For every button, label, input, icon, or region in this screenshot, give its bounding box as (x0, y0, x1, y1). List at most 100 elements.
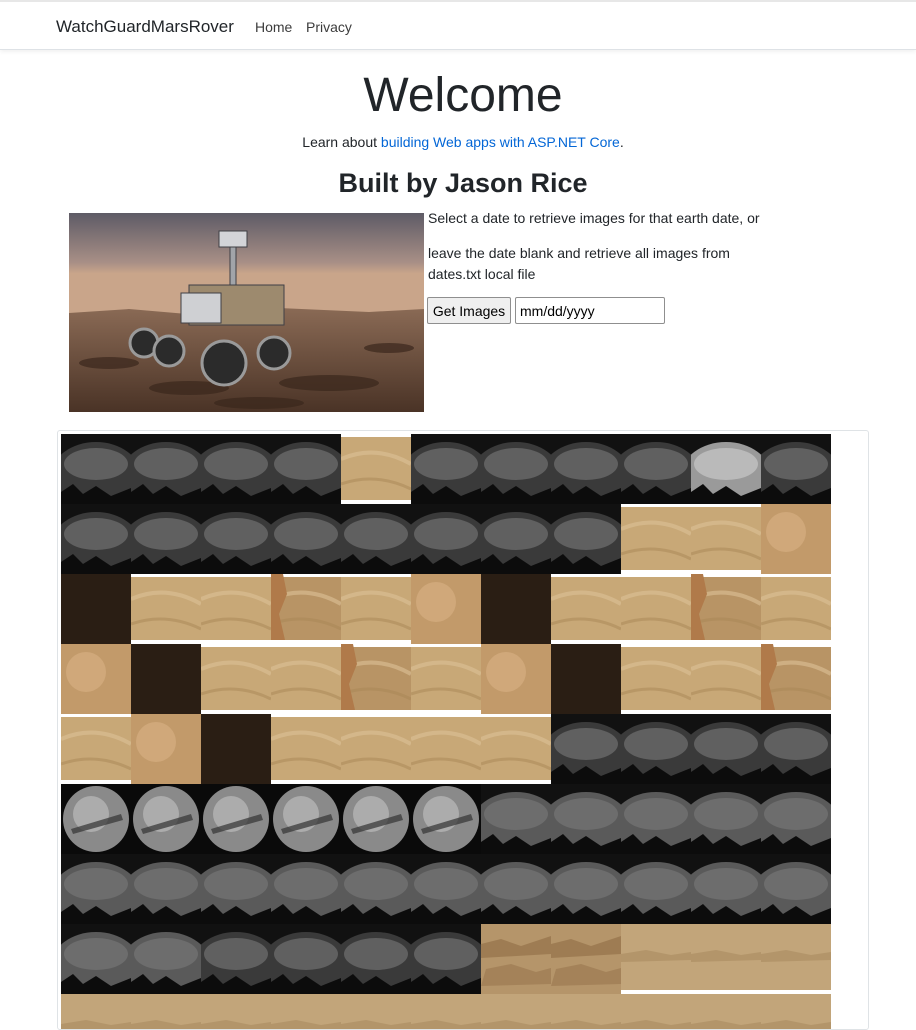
rover-photo-nav-cam (691, 714, 761, 784)
rover-photo-hazcam (621, 854, 691, 924)
rover-photo-hazcam (621, 784, 691, 854)
rover-photo-hazcam (481, 854, 551, 924)
rover-photo-nav-cam (761, 434, 831, 504)
rover-photo-mastcam (201, 994, 271, 1029)
rover-photo-dark (481, 574, 551, 644)
rover-photo-hazcam (131, 854, 201, 924)
rover-photo-hazcam (411, 854, 481, 924)
rover-photo-hazcam (61, 924, 131, 994)
brand-link[interactable]: WatchGuardMarsRover (56, 17, 234, 37)
rover-photo-mastcam (551, 994, 621, 1029)
rover-photo-nav-cam (621, 434, 691, 504)
rover-photo-nav-cam (551, 714, 621, 784)
top-navbar: WatchGuardMarsRover Home Privacy (0, 0, 916, 50)
rover-photo-fisheye (271, 784, 341, 854)
rover-photo-mast-rocks (551, 924, 621, 994)
rover-photo-sand (551, 574, 621, 644)
welcome-heading: Welcome (363, 69, 563, 122)
rover-photo-mastcam (411, 994, 481, 1029)
rover-photo-mastcam (621, 994, 691, 1029)
rover-photo-sand-rock (341, 644, 411, 714)
rover-photo-fisheye (341, 784, 411, 854)
rover-photo-nav-cam (341, 924, 411, 994)
rover-photo-mastcam (691, 924, 761, 994)
learn-prefix: Learn about (302, 134, 381, 150)
rover-hero-image (69, 213, 424, 412)
instructions-line-1: Select a date to retrieve images for tha… (428, 210, 760, 226)
rover-photo-dark (201, 714, 271, 784)
rover-photo-sand (271, 714, 341, 784)
rover-photo-dark (61, 574, 131, 644)
rover-photo-mastcam (131, 994, 201, 1029)
rover-photo-sand (341, 714, 411, 784)
rover-photo-nav-cam (61, 504, 131, 574)
rover-photo-nav-cam (271, 434, 341, 504)
rover-photo-sand (411, 714, 481, 784)
rover-photo-nav-cam (61, 434, 131, 504)
rover-photo-hazcam (761, 784, 831, 854)
rover-photo-nav-cam-bright (691, 434, 761, 504)
rover-photo-nav-cam (201, 924, 271, 994)
rover-photo-nav-cam (411, 434, 481, 504)
rover-photo-hazcam (481, 784, 551, 854)
rover-photo-nav-cam (761, 714, 831, 784)
rover-photo-sand-rock (691, 574, 761, 644)
rover-photo-hazcam (691, 784, 761, 854)
rover-photo-hazcam (551, 854, 621, 924)
rover-photo-nav-cam (481, 504, 551, 574)
rover-photo-mastcam (341, 994, 411, 1029)
rover-photo-nav-cam (131, 504, 201, 574)
rover-photo-nav-cam (551, 434, 621, 504)
rover-photo-sand (341, 434, 411, 504)
learn-suffix: . (619, 134, 624, 150)
rover-photo-nav-cam (551, 504, 621, 574)
rover-photo-mastcam (61, 994, 131, 1029)
rover-photo-nav-cam (411, 924, 481, 994)
rover-photo-nav-cam (131, 434, 201, 504)
rover-photo-mastcam (761, 924, 831, 994)
rover-photo-sand (481, 714, 551, 784)
rover-photo-sand (271, 644, 341, 714)
rover-photo-nav-cam (411, 504, 481, 574)
image-gallery (57, 430, 869, 1030)
rover-photo-sand (621, 504, 691, 574)
rover-photo-sand (761, 574, 831, 644)
rover-photo-hazcam (341, 854, 411, 924)
rover-photo-sand-rock (761, 644, 831, 714)
rover-photo-mastcam (691, 994, 761, 1029)
rover-photo-sand (61, 714, 131, 784)
get-images-button[interactable]: Get Images (427, 297, 511, 324)
rover-photo-mastcam (621, 924, 691, 994)
rover-photo-sand (341, 574, 411, 644)
rover-photo-hazcam (761, 854, 831, 924)
rover-photo-sand (621, 644, 691, 714)
rover-photo-nav-cam (341, 504, 411, 574)
rover-photo-sand (201, 644, 271, 714)
rover-photo-fisheye (61, 784, 131, 854)
rover-photo-mastcam (761, 994, 831, 1029)
rover-photo-nav-cam (271, 924, 341, 994)
rover-photo-dark (551, 644, 621, 714)
rover-photo-fisheye (201, 784, 271, 854)
instructions-line-2: leave the date blank and retrieve all im… (428, 245, 730, 282)
rover-photo-nav-cam (201, 504, 271, 574)
rover-photo-sand (201, 574, 271, 644)
rover-photo-sand-rock (271, 574, 341, 644)
rover-photo-hazcam (61, 854, 131, 924)
rover-photo-sand (131, 574, 201, 644)
rover-photo-hazcam (131, 924, 201, 994)
learn-text: Learn about building Web apps with ASP.N… (0, 134, 916, 150)
rover-photo-sand (691, 504, 761, 574)
rover-photo-blur-tan (761, 504, 831, 574)
rover-photo-mastcam (481, 994, 551, 1029)
rover-photo-mast-rocks (481, 924, 551, 994)
rover-photo-nav-cam (621, 714, 691, 784)
rover-photo-sand (621, 574, 691, 644)
nav-home-link[interactable]: Home (255, 19, 292, 35)
nav-privacy-link[interactable]: Privacy (306, 19, 352, 35)
rover-photo-blur-tan (481, 644, 551, 714)
rover-photo-fisheye (131, 784, 201, 854)
rover-photo-nav-cam (271, 504, 341, 574)
aspnet-docs-link[interactable]: building Web apps with ASP.NET Core (381, 134, 620, 150)
earth-date-input[interactable] (515, 297, 665, 324)
